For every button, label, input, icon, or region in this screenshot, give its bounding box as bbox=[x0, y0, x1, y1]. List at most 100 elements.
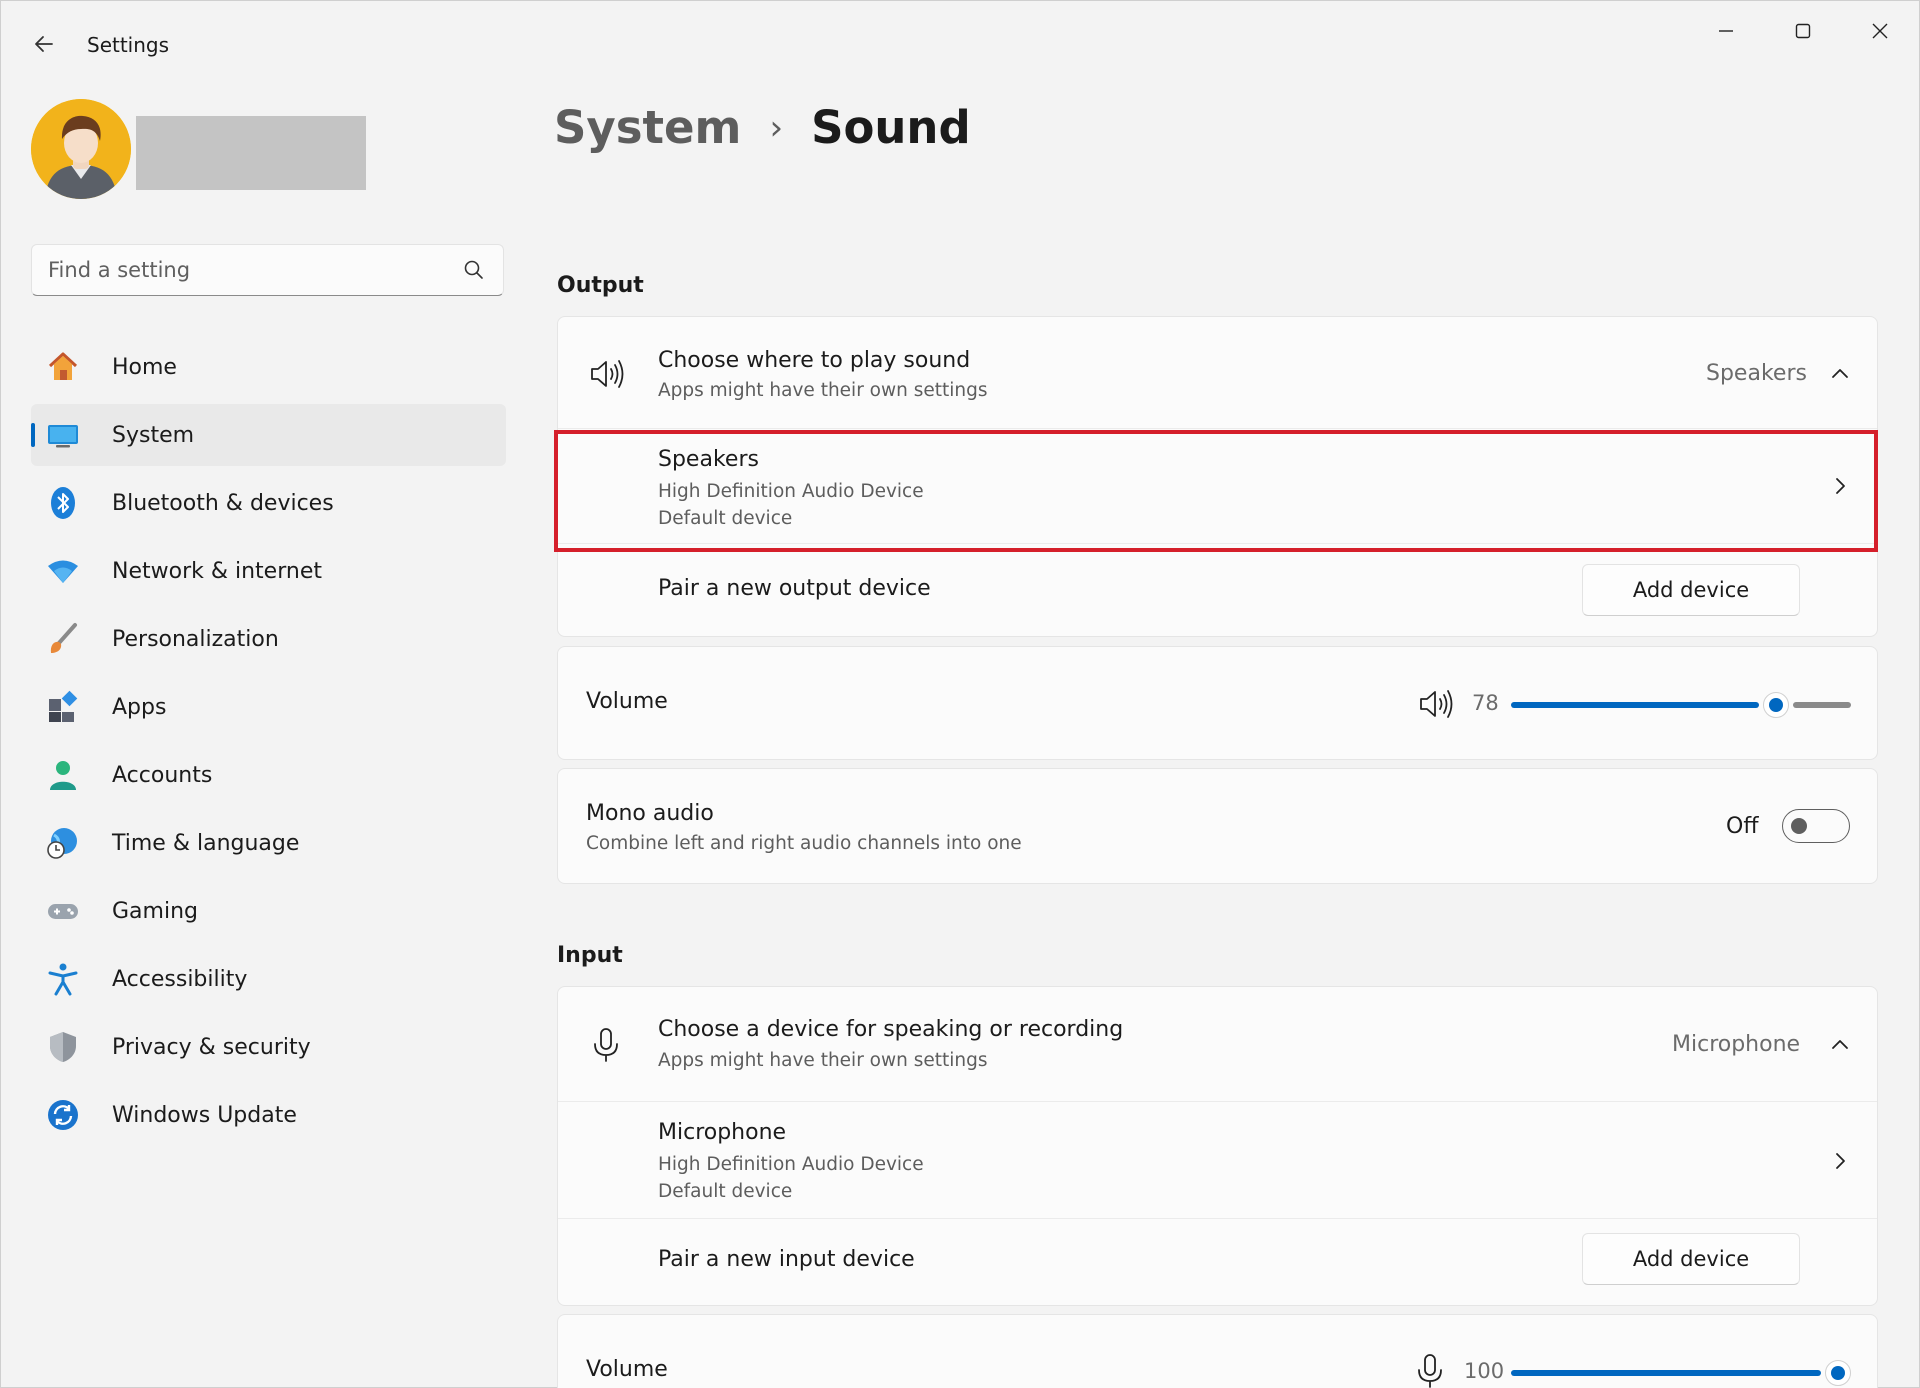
sidebar-item-windows-update[interactable]: Windows Update bbox=[31, 1084, 506, 1146]
pair-output-row: Pair a new output device Add device bbox=[558, 544, 1877, 636]
output-volume-value: 78 bbox=[1472, 691, 1499, 715]
output-device-card: Choose where to play sound Apps might ha… bbox=[557, 316, 1878, 637]
sidebar-item-label: Apps bbox=[112, 694, 167, 720]
selected-input-device: Microphone bbox=[1672, 1032, 1801, 1057]
chevron-up-icon[interactable] bbox=[1828, 1033, 1852, 1057]
speaker-icon bbox=[586, 354, 626, 394]
output-volume-card: Volume 78 bbox=[557, 646, 1878, 760]
sidebar-item-privacy-security[interactable]: Privacy & security bbox=[31, 1016, 506, 1078]
globe-clock-icon bbox=[43, 823, 83, 863]
system-icon bbox=[43, 415, 83, 455]
input-section-title: Input bbox=[557, 943, 623, 968]
add-output-device-button[interactable]: Add device bbox=[1582, 564, 1800, 616]
output-volume-slider[interactable] bbox=[1511, 692, 1851, 718]
accessibility-icon bbox=[43, 959, 83, 999]
mono-audio-subtitle: Combine left and right audio channels in… bbox=[586, 833, 1022, 854]
user-name-redacted bbox=[136, 116, 366, 190]
sidebar-nav: Home System Bluetooth & devices Network … bbox=[31, 336, 506, 1152]
mono-audio-state: Off bbox=[1726, 814, 1759, 839]
chevron-up-icon[interactable] bbox=[1828, 362, 1852, 386]
breadcrumb: System › Sound bbox=[554, 101, 971, 154]
pair-input-row: Pair a new input device Add device bbox=[558, 1219, 1877, 1305]
choose-input-row[interactable]: Choose a device for speaking or recordin… bbox=[558, 987, 1877, 1102]
sidebar-item-bluetooth[interactable]: Bluetooth & devices bbox=[31, 472, 506, 534]
microphone-icon[interactable] bbox=[1410, 1351, 1450, 1388]
slider-fill bbox=[1511, 702, 1760, 708]
sidebar-item-label: Privacy & security bbox=[112, 1034, 311, 1060]
speakers-device-row[interactable]: Speakers High Definition Audio Device De… bbox=[558, 429, 1877, 544]
sidebar-item-accounts[interactable]: Accounts bbox=[31, 744, 506, 806]
back-arrow-icon bbox=[35, 36, 53, 52]
sidebar-item-gaming[interactable]: Gaming bbox=[31, 880, 506, 942]
sidebar-item-label: Gaming bbox=[112, 898, 198, 924]
avatar[interactable] bbox=[31, 99, 131, 199]
home-icon bbox=[43, 347, 83, 387]
mono-audio-title: Mono audio bbox=[586, 801, 714, 826]
speakers-device-title: Speakers bbox=[658, 447, 759, 472]
input-device-card: Choose a device for speaking or recordin… bbox=[557, 986, 1878, 1306]
sidebar-item-apps[interactable]: Apps bbox=[31, 676, 506, 738]
sidebar-item-label: Bluetooth & devices bbox=[112, 490, 334, 516]
speakers-default-label: Default device bbox=[658, 508, 793, 529]
toggle-knob bbox=[1791, 818, 1807, 834]
bluetooth-icon bbox=[43, 483, 83, 523]
apps-icon bbox=[43, 687, 83, 727]
mono-audio-toggle[interactable] bbox=[1782, 809, 1850, 843]
sidebar-item-label: Windows Update bbox=[112, 1102, 297, 1128]
maximize-icon bbox=[1795, 23, 1811, 39]
settings-window: Settings Home bbox=[0, 0, 1920, 1388]
sidebar-item-time-language[interactable]: Time & language bbox=[31, 812, 506, 874]
search-box[interactable] bbox=[31, 244, 504, 296]
chevron-right-icon[interactable] bbox=[1828, 1149, 1852, 1173]
pair-output-label: Pair a new output device bbox=[658, 576, 931, 601]
sidebar-item-network[interactable]: Network & internet bbox=[31, 540, 506, 602]
microphone-device-row[interactable]: Microphone High Definition Audio Device … bbox=[558, 1102, 1877, 1219]
sidebar-item-home[interactable]: Home bbox=[31, 336, 506, 398]
sidebar-item-label: Home bbox=[112, 354, 177, 380]
volume-icon[interactable] bbox=[1415, 684, 1455, 724]
sidebar-item-system[interactable]: System bbox=[31, 404, 506, 466]
choose-output-row[interactable]: Choose where to play sound Apps might ha… bbox=[558, 317, 1877, 429]
search-icon[interactable] bbox=[463, 259, 485, 281]
output-section-title: Output bbox=[557, 273, 644, 298]
choose-output-title: Choose where to play sound bbox=[658, 348, 971, 373]
update-icon bbox=[43, 1095, 83, 1135]
brush-icon bbox=[43, 619, 83, 659]
sidebar-item-label: Personalization bbox=[112, 626, 279, 652]
search-input[interactable] bbox=[48, 245, 448, 295]
accounts-icon bbox=[43, 755, 83, 795]
sidebar-item-personalization[interactable]: Personalization bbox=[31, 608, 506, 670]
choose-output-subtitle: Apps might have their own settings bbox=[658, 380, 988, 401]
choose-input-subtitle: Apps might have their own settings bbox=[658, 1050, 988, 1071]
slider-track bbox=[1793, 702, 1851, 708]
slider-thumb[interactable] bbox=[1825, 1360, 1851, 1386]
breadcrumb-parent[interactable]: System bbox=[554, 101, 741, 154]
close-icon bbox=[1872, 23, 1888, 39]
microphone-default-label: Default device bbox=[658, 1181, 793, 1202]
add-input-device-button[interactable]: Add device bbox=[1582, 1233, 1800, 1285]
input-volume-slider[interactable] bbox=[1511, 1360, 1851, 1386]
microphone-icon bbox=[586, 1025, 626, 1065]
breadcrumb-separator: › bbox=[769, 107, 784, 148]
output-volume-label: Volume bbox=[586, 689, 668, 714]
maximize-button[interactable] bbox=[1773, 13, 1833, 49]
user-avatar-icon bbox=[31, 99, 131, 199]
app-title: Settings bbox=[87, 33, 170, 57]
speakers-device-name: High Definition Audio Device bbox=[658, 481, 924, 502]
chevron-right-icon[interactable] bbox=[1828, 474, 1852, 498]
input-volume-value: 100 bbox=[1464, 1359, 1505, 1383]
back-button[interactable] bbox=[27, 27, 61, 61]
slider-fill bbox=[1511, 1370, 1821, 1376]
slider-thumb[interactable] bbox=[1763, 692, 1790, 718]
wifi-icon bbox=[43, 551, 83, 591]
selected-output-device: Speakers bbox=[1706, 361, 1807, 386]
input-volume-label: Volume bbox=[586, 1357, 668, 1382]
pair-input-label: Pair a new input device bbox=[658, 1247, 915, 1272]
sidebar-item-accessibility[interactable]: Accessibility bbox=[31, 948, 506, 1010]
shield-icon bbox=[43, 1027, 83, 1067]
mono-audio-card: Mono audio Combine left and right audio … bbox=[557, 768, 1878, 884]
microphone-device-title: Microphone bbox=[658, 1120, 787, 1145]
minimize-button[interactable] bbox=[1696, 13, 1756, 49]
close-button[interactable] bbox=[1850, 13, 1910, 49]
minimize-icon bbox=[1719, 30, 1733, 32]
